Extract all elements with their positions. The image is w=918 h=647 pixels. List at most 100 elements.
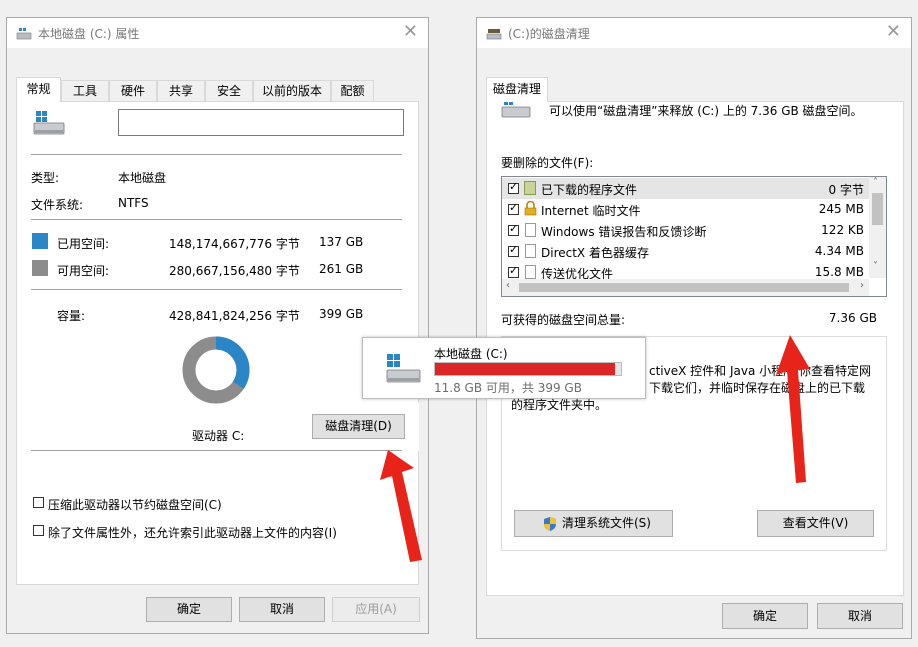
drive-icon — [16, 28, 32, 40]
file-icon — [525, 265, 536, 279]
type-value: 本地磁盘 — [118, 171, 167, 185]
scrollbar-thumb[interactable] — [519, 283, 849, 292]
drive-icon — [33, 111, 65, 135]
tab-sharing[interactable]: 共享 — [157, 80, 205, 101]
annotation-arrow-right — [776, 335, 810, 483]
title-bar: (C:)的磁盘清理 ✕ — [477, 18, 911, 48]
window-title: 本地磁盘 (C:) 属性 — [38, 27, 140, 41]
free-space-label: 可用空间: — [57, 264, 110, 278]
cancel-button[interactable]: 取消 — [817, 603, 903, 629]
list-item[interactable]: Windows 错误报告和反馈诊断 122 KB — [502, 220, 886, 241]
list-item[interactable]: Internet 临时文件 245 MB — [502, 199, 886, 220]
free-space-gb: 261 GB — [319, 262, 364, 276]
drive-name-input[interactable] — [118, 109, 404, 136]
item-size: 245 MB — [818, 202, 864, 216]
tab-security[interactable]: 安全 — [205, 80, 253, 101]
scrollbar-thumb[interactable] — [872, 193, 883, 225]
free-space-bytes: 280,667,156,480 字节 — [169, 264, 300, 278]
tab-general[interactable]: 常规 — [16, 77, 61, 102]
annotation-arrow-left — [380, 450, 422, 562]
item-checkbox[interactable] — [508, 264, 519, 278]
horizontal-scrollbar[interactable]: ‹ › — [502, 279, 869, 296]
cleanup-intro-text: 可以使用“磁盘清理”来释放 (C:) 上的 7.36 GB 磁盘空间。 — [549, 104, 863, 118]
scroll-up-icon[interactable]: ˄ — [873, 177, 878, 188]
used-space-bytes: 148,174,667,776 字节 — [169, 237, 300, 251]
index-label: 除了文件属性外，还允许索引此驱动器上文件的内容(I) — [48, 526, 337, 540]
total-space-value: 7.36 GB — [828, 311, 877, 325]
type-label: 类型: — [31, 171, 60, 185]
filesystem-value: NTFS — [118, 196, 149, 210]
item-name: Windows 错误报告和反馈诊断 — [541, 225, 707, 239]
tab-disk-cleanup[interactable]: 磁盘清理 — [486, 77, 548, 102]
description-text: ctiveX 控件和 Java 小程序 你查看特定网 — [649, 364, 871, 378]
compress-label: 压缩此驱动器以节约磁盘空间(C) — [48, 498, 222, 512]
disk-cleanup-window: (C:)的磁盘清理 ✕ 磁盘清理 可以使用“磁盘清理”来释放 (C:) 上的 7… — [476, 17, 912, 639]
divider — [31, 450, 402, 451]
file-icon — [525, 244, 536, 258]
drive-usage-bar-fill — [435, 363, 616, 375]
lock-icon — [524, 201, 537, 216]
total-space-label: 可获得的磁盘空间总量: — [501, 313, 626, 327]
tab-previous-versions[interactable]: 以前的版本 — [253, 80, 331, 101]
item-size: 0 字节 — [828, 183, 864, 197]
compress-checkbox[interactable] — [33, 497, 44, 508]
cancel-button[interactable]: 取消 — [239, 597, 325, 622]
disk-cleanup-button[interactable]: 磁盘清理(D) — [312, 414, 405, 439]
drive-usage-bar — [434, 362, 622, 376]
list-item[interactable]: DirectX 着色器缓存 4.34 MB — [502, 241, 886, 262]
folder-icon — [524, 181, 536, 195]
clean-system-files-button[interactable]: 清理系统文件(S) — [514, 510, 673, 537]
file-icon — [525, 223, 536, 237]
tab-quota[interactable]: 配额 — [331, 80, 374, 101]
divider — [31, 154, 402, 155]
ok-button[interactable]: 确定 — [146, 597, 232, 622]
ok-button[interactable]: 确定 — [722, 603, 808, 629]
properties-window: 本地磁盘 (C:) 属性 ✕ 常规 工具 硬件 共享 安全 以前的版本 配额 类… — [6, 17, 429, 634]
item-checkbox[interactable] — [508, 243, 519, 257]
usage-donut-chart — [182, 336, 250, 404]
used-space-gb: 137 GB — [319, 235, 364, 249]
apply-button[interactable]: 应用(A) — [332, 597, 420, 622]
divider — [31, 289, 402, 290]
close-icon[interactable]: ✕ — [403, 21, 418, 42]
free-space-swatch — [32, 260, 48, 276]
files-list[interactable]: 已下载的程序文件 0 字节 Internet 临时文件 245 MB Windo… — [501, 176, 887, 297]
title-bar: 本地磁盘 (C:) 属性 ✕ — [7, 18, 428, 48]
divider — [31, 219, 402, 220]
shield-icon — [544, 517, 556, 531]
item-checkbox[interactable] — [508, 201, 519, 215]
tab-hardware[interactable]: 硬件 — [109, 80, 157, 101]
tab-tools[interactable]: 工具 — [61, 80, 109, 101]
item-size: 15.8 MB — [814, 265, 864, 279]
item-name: DirectX 着色器缓存 — [541, 246, 649, 260]
capacity-bytes: 428,841,824,256 字节 — [169, 309, 300, 323]
index-checkbox[interactable] — [33, 525, 44, 536]
drive-tile-space-text: 11.8 GB 可用，共 399 GB — [434, 381, 582, 395]
scroll-down-icon[interactable]: ˅ — [873, 261, 878, 272]
item-size: 4.34 MB — [814, 244, 864, 258]
item-checkbox[interactable] — [508, 180, 519, 194]
drive-icon — [386, 354, 421, 383]
close-icon[interactable]: ✕ — [886, 21, 901, 42]
description-text: 下载它们，并临时保存在磁盘上的已下载 — [649, 381, 866, 395]
capacity-label: 容量: — [57, 309, 86, 323]
vertical-scrollbar[interactable]: ˄ ˅ — [869, 177, 886, 278]
disk-cleanup-icon — [486, 29, 502, 40]
used-space-swatch — [32, 233, 48, 249]
scroll-left-icon[interactable]: ‹ — [506, 280, 510, 291]
item-size: 122 KB — [821, 223, 864, 237]
view-files-button[interactable]: 查看文件(V) — [757, 510, 874, 537]
item-name: Internet 临时文件 — [541, 204, 641, 218]
used-space-label: 已用空间: — [57, 237, 110, 251]
item-name: 已下载的程序文件 — [541, 183, 638, 197]
drive-tile-popup[interactable]: 本地磁盘 (C:) 11.8 GB 可用，共 399 GB — [362, 337, 646, 399]
drive-label: 驱动器 C: — [192, 429, 245, 443]
files-to-delete-label: 要删除的文件(F): — [501, 156, 594, 170]
filesystem-label: 文件系统: — [31, 198, 84, 212]
window-title: (C:)的磁盘清理 — [508, 27, 590, 41]
capacity-gb: 399 GB — [319, 307, 364, 321]
scroll-right-icon[interactable]: › — [860, 280, 864, 291]
drive-tile-name: 本地磁盘 (C:) — [434, 347, 508, 361]
list-item[interactable]: 已下载的程序文件 0 字节 — [502, 178, 886, 199]
item-checkbox[interactable] — [508, 222, 519, 236]
